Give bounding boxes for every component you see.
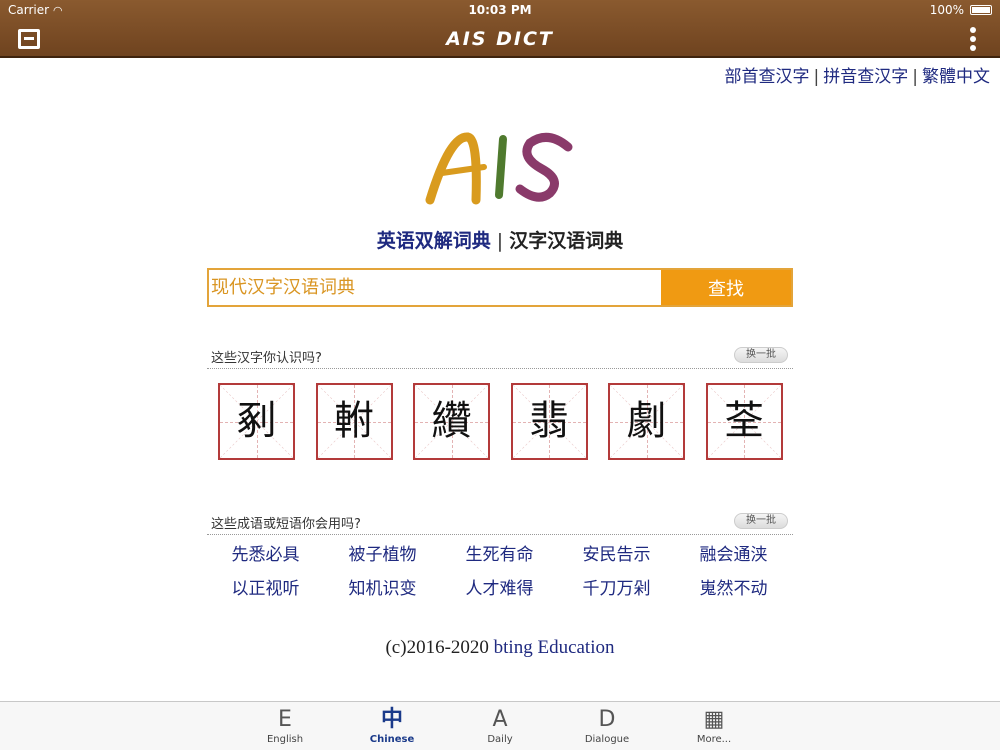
character-grid: 剢軵纘翡劇荃 — [218, 383, 783, 461]
app-title: AIS DICT — [446, 28, 554, 50]
chars-section-header: 这些汉字你认识吗? 换一批 — [207, 343, 793, 369]
idiom-link[interactable]: 生死有命 — [441, 540, 558, 565]
character-card[interactable]: 纘 — [413, 383, 490, 460]
idioms-section-label: 这些成语或短语你会用吗? — [211, 517, 361, 532]
english-dict-link[interactable]: 英语双解词典 — [377, 230, 491, 252]
tab-label: More... — [696, 734, 732, 745]
clock: 10:03 PM — [468, 3, 532, 17]
top-bar: Carrier ◠ 10:03 PM 100% AIS DICT — [0, 0, 1000, 58]
character-glyph: 軵 — [334, 398, 374, 444]
tab-english[interactable]: E English — [240, 706, 330, 745]
character-glyph: 翡 — [529, 398, 569, 444]
dictionary-switch: 英语双解词典 | 汉字汉语词典 — [376, 230, 624, 252]
refresh-chars-button[interactable]: 换一批 — [734, 347, 788, 363]
idiom-link[interactable]: 融会通浃 — [675, 540, 792, 565]
idiom-link[interactable]: 嵬然不动 — [675, 574, 792, 599]
tab-label: Daily — [487, 734, 513, 745]
idioms-section-header: 这些成语或短语你会用吗? 换一批 — [207, 509, 793, 535]
idiom-link[interactable]: 先悉必具 — [207, 540, 324, 565]
battery-percent: 100% — [929, 3, 964, 17]
idiom-link[interactable]: 知机识变 — [324, 574, 441, 599]
daily-icon: A — [492, 707, 508, 732]
chars-section-label: 这些汉字你认识吗? — [211, 351, 322, 366]
idiom-link[interactable]: 人才难得 — [441, 574, 558, 599]
idiom-link[interactable]: 被子植物 — [324, 540, 441, 565]
tab-more[interactable]: ▦ More... — [669, 706, 759, 745]
lookup-links: 部首查汉字 | 拼音查汉字 | 繁體中文 — [724, 67, 990, 87]
search-bar: 查找 — [207, 268, 793, 307]
radical-lookup-link[interactable]: 部首查汉字 — [725, 67, 810, 87]
character-glyph: 纘 — [431, 398, 472, 444]
character-card[interactable]: 軵 — [315, 383, 393, 460]
refresh-idioms-button[interactable]: 换一批 — [734, 513, 788, 529]
idiom-link[interactable]: 以正视听 — [207, 574, 324, 599]
dialogue-icon: D — [598, 707, 616, 732]
status-bar: Carrier ◠ 10:03 PM 100% — [0, 0, 1000, 20]
tab-bar: E English 中 Chinese A Daily D Dialogue ▦ More... — [0, 701, 1000, 750]
character-card[interactable]: 剢 — [218, 383, 295, 460]
traditional-chinese-link[interactable]: 繁體中文 — [922, 67, 990, 87]
character-glyph: 荃 — [724, 398, 764, 444]
idiom-link[interactable]: 千刀万剁 — [558, 574, 675, 599]
tab-dialogue[interactable]: D Dialogue — [562, 706, 652, 745]
brand-link[interactable]: bting Education — [494, 637, 615, 658]
more-options-icon[interactable] — [970, 27, 976, 51]
character-card[interactable]: 荃 — [705, 383, 783, 460]
character-card[interactable]: 劇 — [608, 383, 685, 460]
copyright: (c)2016-2020 bting Education — [385, 637, 615, 658]
tab-chinese[interactable]: 中 Chinese — [347, 706, 437, 745]
search-input[interactable] — [209, 270, 661, 305]
idiom-link[interactable]: 安民告示 — [558, 540, 675, 565]
search-button[interactable]: 查找 — [661, 270, 791, 305]
tab-daily[interactable]: A Daily — [455, 706, 545, 745]
character-glyph: 剢 — [236, 398, 277, 444]
character-card[interactable]: 翡 — [510, 383, 588, 460]
tab-label: Chinese — [369, 734, 415, 745]
pinyin-lookup-link[interactable]: 拼音查汉字 — [823, 67, 908, 87]
tab-label: Dialogue — [584, 734, 630, 745]
chinese-icon: 中 — [380, 707, 403, 732]
character-glyph: 劇 — [626, 398, 667, 444]
battery-icon — [970, 5, 992, 15]
ais-logo — [425, 132, 573, 205]
chinese-dict-link[interactable]: 汉字汉语词典 — [509, 230, 623, 252]
english-icon: E — [278, 707, 292, 732]
more-icon: ▦ — [703, 707, 725, 732]
tab-label: English — [266, 734, 304, 745]
